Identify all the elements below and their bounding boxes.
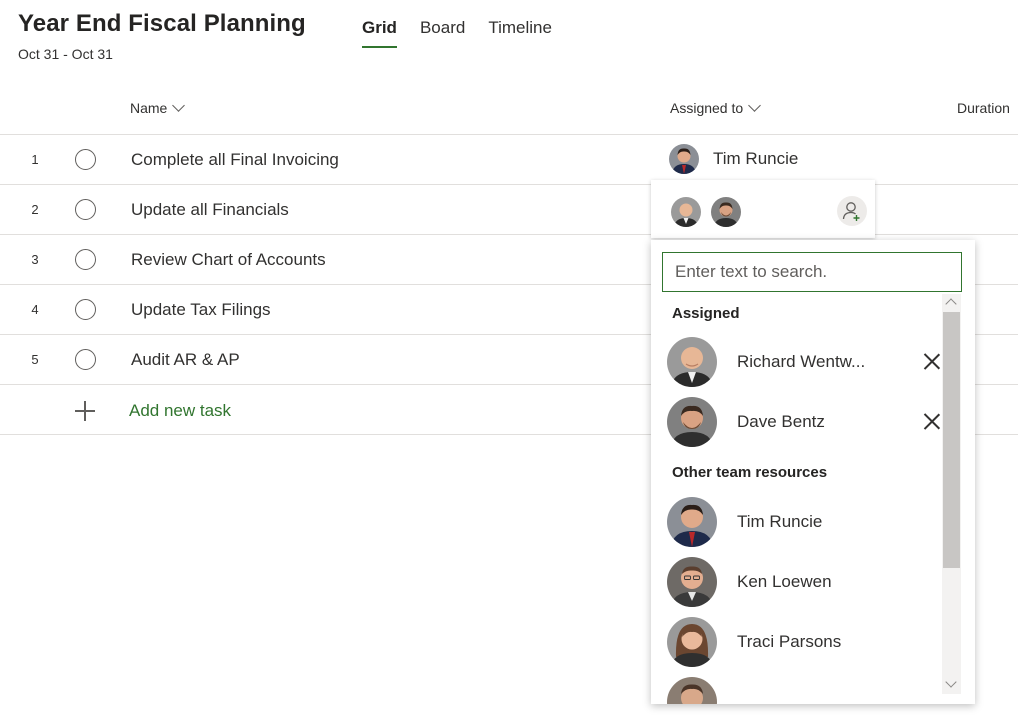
task-name[interactable]: Complete all Final Invoicing xyxy=(131,150,339,170)
avatar xyxy=(667,617,717,667)
avatar xyxy=(667,397,717,447)
page-title: Year End Fiscal Planning xyxy=(18,10,306,37)
list-item[interactable]: Ken Loewen xyxy=(667,556,947,608)
person-name: Richard Wentw... xyxy=(737,352,866,371)
scroll-down-icon[interactable] xyxy=(945,676,957,688)
avatar xyxy=(669,144,699,174)
person-name: Ken Loewen xyxy=(737,572,832,591)
avatar xyxy=(667,677,717,704)
complete-task-checkbox[interactable] xyxy=(75,249,96,270)
column-header-label: Duration xyxy=(957,100,1010,116)
scrollbar-thumb[interactable] xyxy=(943,312,960,568)
row-number: 4 xyxy=(31,302,39,317)
add-person-icon xyxy=(842,202,860,221)
plus-icon xyxy=(75,401,95,421)
assignee-name: Tim Runcie xyxy=(713,149,799,168)
avatar xyxy=(667,337,717,387)
list-item[interactable]: Tim Runcie xyxy=(667,496,947,548)
column-header-assigned-to[interactable]: Assigned to xyxy=(670,99,762,116)
scrollbar[interactable] xyxy=(942,294,961,694)
chevron-down-icon xyxy=(172,99,186,112)
column-header-duration[interactable]: Duration xyxy=(957,100,1010,116)
avatar xyxy=(667,497,717,547)
task-name[interactable]: Update all Financials xyxy=(131,200,289,220)
avatar[interactable] xyxy=(671,197,701,227)
assigned-chips xyxy=(651,180,875,238)
complete-task-checkbox[interactable] xyxy=(75,299,96,320)
add-assignee-button[interactable] xyxy=(837,196,867,226)
column-header-label: Name xyxy=(130,100,168,116)
avatar[interactable] xyxy=(711,197,741,227)
list-item[interactable]: Richard Wentw... xyxy=(667,336,947,388)
avatar xyxy=(667,557,717,607)
remove-assignee-icon[interactable] xyxy=(923,353,940,370)
row-number: 1 xyxy=(31,152,39,167)
complete-task-checkbox[interactable] xyxy=(75,149,96,170)
column-header-label: Assigned to xyxy=(670,100,744,116)
chevron-down-icon xyxy=(748,99,762,112)
task-name[interactable]: Audit AR & AP xyxy=(131,350,240,370)
column-header-name[interactable]: Name xyxy=(130,99,186,116)
table-row[interactable]: 1 Complete all Final Invoicing Tim Runci… xyxy=(0,134,1018,184)
person-name: Tim Runcie xyxy=(737,512,823,531)
complete-task-checkbox[interactable] xyxy=(75,199,96,220)
task-name[interactable]: Review Chart of Accounts xyxy=(131,250,326,270)
row-number: 3 xyxy=(31,252,39,267)
row-number: 5 xyxy=(31,352,39,367)
list-item[interactable]: Dave Bentz xyxy=(667,396,947,448)
tab-board[interactable]: Board xyxy=(420,18,465,48)
person-name: Dave Bentz xyxy=(737,412,825,431)
list-item[interactable]: Traci Parsons xyxy=(667,616,947,668)
task-name[interactable]: Update Tax Filings xyxy=(131,300,271,320)
task-assignee[interactable]: Tim Runcie xyxy=(669,144,798,174)
view-tabs: Grid Board Timeline xyxy=(362,18,575,48)
scroll-up-icon[interactable] xyxy=(945,298,957,310)
other-resources-section-title: Other team resources xyxy=(672,464,828,481)
plan-dates: Oct 31 - Oct 31 xyxy=(18,46,113,62)
person-name: Traci Parsons xyxy=(737,632,842,651)
remove-assignee-icon[interactable] xyxy=(923,413,940,430)
search-input[interactable] xyxy=(662,252,962,292)
row-number: 2 xyxy=(31,202,39,217)
tab-timeline[interactable]: Timeline xyxy=(488,18,552,48)
assigned-section-title: Assigned xyxy=(672,305,740,322)
tab-grid[interactable]: Grid xyxy=(362,18,397,48)
people-picker: Assigned Richard Wentw... Dave Bentz Oth… xyxy=(651,240,975,704)
add-task-button[interactable]: Add new task xyxy=(129,401,231,421)
list-item[interactable] xyxy=(667,676,947,704)
complete-task-checkbox[interactable] xyxy=(75,349,96,370)
